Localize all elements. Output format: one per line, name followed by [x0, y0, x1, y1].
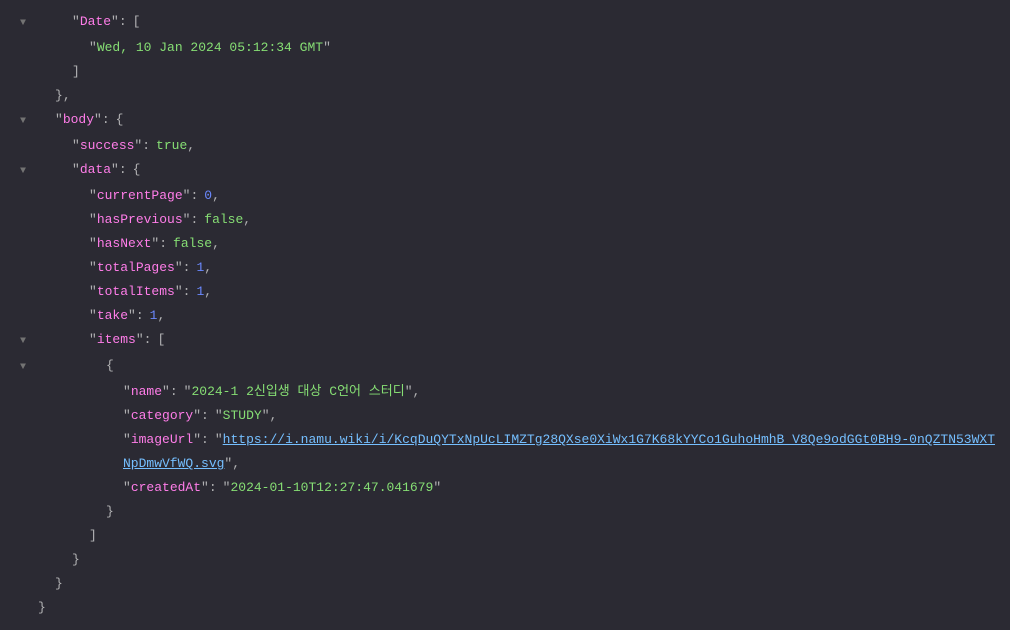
chevron-down-icon: ▼: [20, 110, 26, 134]
json-line: "Wed, 10 Jan 2024 05:12:34 GMT": [0, 36, 1010, 60]
json-content: }: [38, 596, 1010, 620]
json-content: "hasNext":false,: [38, 232, 1010, 256]
json-content: "imageUrl":"https://i.namu.wiki/i/KcqDuQ…: [38, 428, 1010, 476]
json-number: 0: [204, 188, 212, 203]
json-line: "totalItems":1,: [0, 280, 1010, 304]
json-key: totalItems: [97, 284, 175, 299]
json-content: "success":true,: [38, 134, 1010, 158]
json-key: body: [63, 112, 94, 127]
chevron-down-icon: ▼: [20, 12, 26, 36]
json-string: STUDY: [223, 408, 262, 423]
json-line: "totalPages":1,: [0, 256, 1010, 280]
chevron-down-icon: ▼: [20, 356, 26, 380]
json-content: "Date":[: [38, 10, 1010, 34]
json-line: },: [0, 84, 1010, 108]
json-content: "name":"2024-1 2신입생 대상 C언어 스터디",: [38, 380, 1010, 404]
json-line: "hasNext":false,: [0, 232, 1010, 256]
json-line: ▼ "items":[: [0, 328, 1010, 354]
json-content: },: [38, 84, 1010, 108]
json-boolean: false: [173, 236, 212, 251]
json-line: "imageUrl":"https://i.namu.wiki/i/KcqDuQ…: [0, 428, 1010, 476]
fold-toggle[interactable]: ▼: [0, 328, 38, 354]
json-key: data: [80, 162, 111, 177]
json-key: category: [131, 408, 193, 423]
json-content: "data":{: [38, 158, 1010, 182]
json-line: }: [0, 572, 1010, 596]
json-content: "body":{: [38, 108, 1010, 132]
json-line: }: [0, 548, 1010, 572]
json-line: ]: [0, 524, 1010, 548]
json-key: Date: [80, 14, 111, 29]
json-key: totalPages: [97, 260, 175, 275]
json-line: "success":true,: [0, 134, 1010, 158]
fold-toggle[interactable]: ▼: [0, 108, 38, 134]
json-content: }: [38, 500, 1010, 524]
json-content: }: [38, 548, 1010, 572]
json-line: ▼ "body":{: [0, 108, 1010, 134]
json-line: "category":"STUDY",: [0, 404, 1010, 428]
chevron-down-icon: ▼: [20, 160, 26, 184]
json-line: "hasPrevious":false,: [0, 208, 1010, 232]
json-content: "totalPages":1,: [38, 256, 1010, 280]
json-line: }: [0, 500, 1010, 524]
json-key: take: [97, 308, 128, 323]
json-content: }: [38, 572, 1010, 596]
json-boolean: false: [204, 212, 243, 227]
json-key: imageUrl: [131, 432, 193, 447]
json-line: ]: [0, 60, 1010, 84]
json-string: 2024-1 2신입생 대상 C언어 스터디: [191, 384, 404, 399]
json-key: createdAt: [131, 480, 201, 495]
json-url-link[interactable]: https://i.namu.wiki/i/KcqDuQYTxNpUcLIMZT…: [123, 432, 995, 471]
json-line: "currentPage":0,: [0, 184, 1010, 208]
json-string: Wed, 10 Jan 2024 05:12:34 GMT: [97, 40, 323, 55]
json-content: "totalItems":1,: [38, 280, 1010, 304]
json-key: currentPage: [97, 188, 183, 203]
json-line: "createdAt":"2024-01-10T12:27:47.041679": [0, 476, 1010, 500]
json-line: "name":"2024-1 2신입생 대상 C언어 스터디",: [0, 380, 1010, 404]
json-content: "Wed, 10 Jan 2024 05:12:34 GMT": [38, 36, 1010, 60]
json-line: }: [0, 596, 1010, 620]
json-content: "currentPage":0,: [38, 184, 1010, 208]
json-string: 2024-01-10T12:27:47.041679: [230, 480, 433, 495]
json-content: "items":[: [38, 328, 1010, 352]
json-content: "createdAt":"2024-01-10T12:27:47.041679": [38, 476, 1010, 500]
json-key: items: [97, 332, 136, 347]
fold-toggle[interactable]: ▼: [0, 158, 38, 184]
json-content: "take":1,: [38, 304, 1010, 328]
json-line: ▼ "data":{: [0, 158, 1010, 184]
json-content: ]: [38, 524, 1010, 548]
json-line: ▼ {: [0, 354, 1010, 380]
json-content: ]: [38, 60, 1010, 84]
json-content: {: [38, 354, 1010, 378]
json-key: hasNext: [97, 236, 152, 251]
json-key: success: [80, 138, 135, 153]
json-content: "hasPrevious":false,: [38, 208, 1010, 232]
json-line: ▼ "Date":[: [0, 10, 1010, 36]
fold-toggle[interactable]: ▼: [0, 10, 38, 36]
fold-toggle[interactable]: ▼: [0, 354, 38, 380]
json-key: hasPrevious: [97, 212, 183, 227]
json-content: "category":"STUDY",: [38, 404, 1010, 428]
json-line: "take":1,: [0, 304, 1010, 328]
json-viewer: ▼ "Date":[ "Wed, 10 Jan 2024 05:12:34 GM…: [0, 10, 1010, 620]
json-boolean: true: [156, 138, 187, 153]
chevron-down-icon: ▼: [20, 330, 26, 354]
json-key: name: [131, 384, 162, 399]
